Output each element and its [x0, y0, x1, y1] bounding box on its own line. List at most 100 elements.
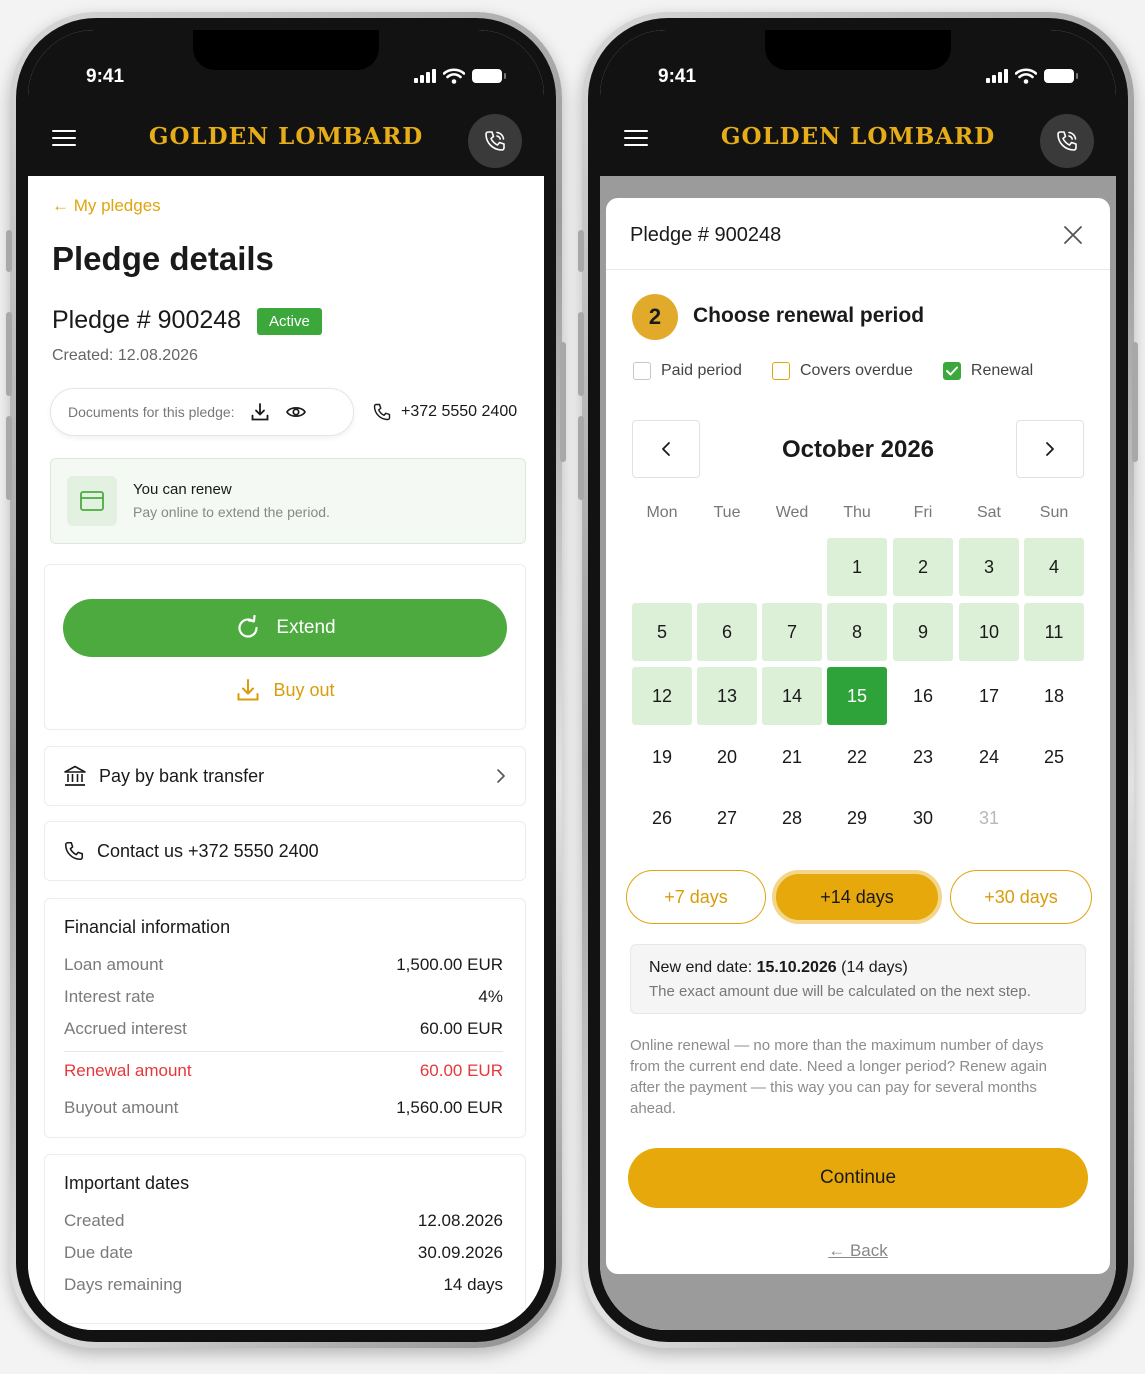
modal-header: Pledge # 900248: [606, 198, 1110, 270]
brand-logo: GOLDEN LOMBARD: [720, 123, 996, 150]
important-dates-title: Important dates: [64, 1173, 190, 1193]
battery-icon: [472, 69, 506, 83]
calendar-day[interactable]: 27: [697, 789, 757, 847]
calendar-day[interactable]: 8: [827, 603, 887, 661]
close-icon[interactable]: [1062, 224, 1084, 251]
calendar-day[interactable]: 26: [632, 789, 692, 847]
calendar-day[interactable]: 3: [959, 538, 1019, 596]
option-30-days[interactable]: +30 days: [950, 870, 1092, 924]
call-button[interactable]: [468, 114, 522, 168]
calendar-day[interactable]: 24: [959, 728, 1019, 786]
checkbox-renewal[interactable]: Renewal: [942, 362, 1034, 380]
calendar-day[interactable]: 1: [827, 538, 887, 596]
back-to-pledges-link[interactable]: ← My pledges: [52, 196, 161, 216]
row-value: 60.00 EUR: [419, 1061, 503, 1080]
calendar-day[interactable]: 29: [827, 789, 887, 847]
phone-number: +372 5550 2400: [401, 403, 518, 420]
row-label: Loan amount: [64, 955, 164, 974]
end-date-info: New end date: 15.10.2026 (14 days) The e…: [630, 944, 1086, 1014]
calendar-day[interactable]: 30: [893, 789, 953, 847]
phone-icon: [485, 131, 505, 151]
call-button[interactable]: [1040, 114, 1094, 168]
calendar-day[interactable]: 13: [697, 667, 757, 725]
policy-note: Online renewal — no more than the maximu…: [630, 1037, 1047, 1117]
battery-icon: [1044, 69, 1078, 83]
divider: [64, 1051, 503, 1052]
calendar-day[interactable]: 22: [827, 728, 887, 786]
calendar-day[interactable]: 5: [632, 603, 692, 661]
weekday-label: Fri: [913, 504, 933, 521]
continue-button[interactable]: Continue: [628, 1148, 1088, 1208]
download-icon[interactable]: [249, 401, 271, 423]
calendar-day[interactable]: 11: [1024, 603, 1084, 661]
days-remaining-row: Days remaining 14 days: [64, 1275, 503, 1295]
calendar-day[interactable]: 23: [893, 728, 953, 786]
row-value: 14 days: [443, 1275, 503, 1294]
due-date-row: Due date 30.09.2026: [64, 1243, 503, 1263]
calendar-day[interactable]: 19: [632, 728, 692, 786]
chevron-right-icon: [497, 769, 505, 783]
calendar-day[interactable]: 6: [697, 603, 757, 661]
checkbox-label: Paid period: [661, 362, 742, 379]
accrued-interest-row: Accrued interest 60.00 EUR: [64, 1019, 503, 1039]
download-icon: [237, 679, 259, 701]
status-icons: [414, 68, 506, 84]
calendar-day[interactable]: 4: [1024, 538, 1084, 596]
interest-rate-row: Interest rate 4%: [64, 987, 503, 1007]
checkbox-paid-period[interactable]: Paid period: [633, 362, 742, 380]
extend-label: Extend: [276, 617, 336, 638]
contact-row[interactable]: Contact us +372 5550 2400: [44, 821, 526, 881]
weekday-label: Mon: [646, 504, 678, 521]
back-link[interactable]: ← Back: [606, 1241, 1110, 1261]
side-button: [1132, 342, 1138, 462]
buyout-amount-row: Buyout amount 1,560.00 EUR: [64, 1098, 503, 1118]
calendar-day[interactable]: 14: [762, 667, 822, 725]
calendar-day[interactable]: 7: [762, 603, 822, 661]
row-label: Interest rate: [64, 987, 155, 1006]
calendar-day[interactable]: 25: [1024, 728, 1084, 786]
renew-subtitle: Pay online to extend the period.: [133, 504, 330, 520]
calendar-day[interactable]: 18: [1024, 667, 1084, 725]
phone-link[interactable]: +372 5550 2400: [372, 402, 517, 422]
app-header: 9:41 GOLDEN LOMBARD: [28, 30, 544, 176]
step-title: Choose renewal period: [693, 304, 925, 327]
calendar-day[interactable]: 9: [893, 603, 953, 661]
option-7-days[interactable]: +7 days: [626, 870, 766, 924]
phone-frame-left: 9:41 GOLDEN LOMBARD ← My pledges Pledge …: [6, 12, 566, 1348]
calendar-day[interactable]: 21: [762, 728, 822, 786]
buy-out-button[interactable]: Buy out: [45, 677, 525, 703]
bank-icon: [64, 765, 86, 786]
row-value: 12.08.2026: [417, 1211, 503, 1230]
modal-backdrop: Pledge # 900248 2 Choose renewal period …: [600, 176, 1116, 1330]
bank-transfer-row[interactable]: Pay by bank transfer: [44, 746, 526, 806]
calendar-day[interactable]: 2: [893, 538, 953, 596]
actions-card: Extend Buy out: [44, 564, 526, 730]
calendar-day[interactable]: 17: [959, 667, 1019, 725]
side-button: [6, 312, 12, 396]
status-time: 9:41: [658, 66, 697, 87]
calendar-day[interactable]: 20: [697, 728, 757, 786]
calendar-day[interactable]: 16: [893, 667, 953, 725]
checkbox-icon: [771, 362, 790, 380]
financial-info-card: Financial information Loan amount 1,500.0…: [44, 898, 526, 1138]
extend-button[interactable]: Extend: [63, 599, 507, 657]
financial-info-title: Financial information: [64, 917, 231, 937]
calendar-day[interactable]: 12: [632, 667, 692, 725]
calendar-day[interactable]: 10: [959, 603, 1019, 661]
page-title: Pledge details: [52, 240, 274, 277]
documents-label: Documents for this pledge:: [68, 404, 235, 420]
phone-frame-right: 9:41 GOLDEN LOMBARD Pledge # 900248 2 Ch…: [578, 12, 1138, 1348]
calendar-day-selected[interactable]: 15: [827, 667, 887, 725]
calendar-day[interactable]: 28: [762, 789, 822, 847]
eye-icon[interactable]: [285, 401, 307, 423]
created-row: Created 12.08.2026: [64, 1211, 503, 1231]
new-end-value: 15.10.2026: [756, 959, 837, 976]
side-button: [6, 230, 12, 272]
contact-label: Contact us +372 5550 2400: [97, 840, 319, 861]
checkbox-covers-overdue[interactable]: Covers overdue: [771, 362, 913, 380]
next-month-button[interactable]: [1016, 420, 1084, 478]
checkbox-label: Renewal: [970, 362, 1034, 379]
option-14-days[interactable]: +14 days: [772, 870, 942, 924]
renewal-amount-row: Renewal amount 60.00 EUR: [64, 1061, 503, 1081]
row-value: 1,560.00 EUR: [396, 1098, 503, 1117]
